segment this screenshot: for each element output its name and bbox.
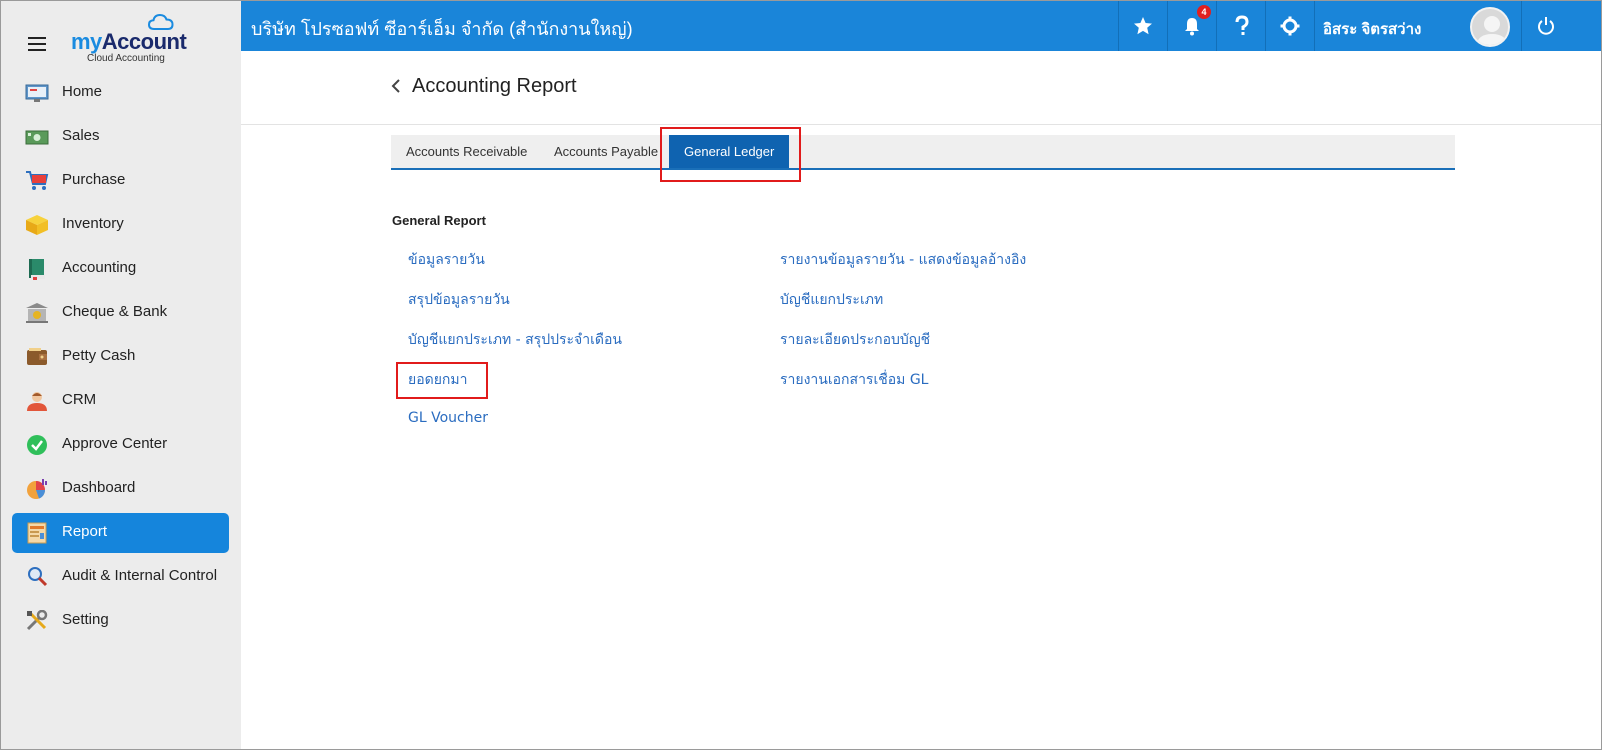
pie-chart-icon <box>27 479 47 499</box>
avatar[interactable] <box>1470 7 1510 47</box>
sidebar-item-label: Audit & Internal Control <box>62 567 218 584</box>
section-title: General Report <box>392 213 486 228</box>
sidebar-item-label: Home <box>62 83 103 100</box>
sidebar-item-crm[interactable]: CRM <box>1 379 241 423</box>
sidebar-item-label: CRM <box>62 391 97 408</box>
sidebar-item-label: Inventory <box>62 215 124 232</box>
sidebar-item-label: Sales <box>62 127 100 144</box>
sidebar-item-report[interactable]: Report <box>1 511 241 555</box>
page-header: Accounting Report <box>241 51 1601 125</box>
sidebar-item-sales[interactable]: Sales <box>1 115 241 159</box>
highlight-box-general-ledger <box>660 127 801 182</box>
sidebar-item-home[interactable]: Home <box>1 71 241 115</box>
user-name[interactable]: อิสระ จิตรสว่าง <box>1323 17 1421 41</box>
tab-accounts-receivable[interactable]: Accounts Receivable <box>406 135 527 168</box>
sidebar-nav: Home Sales Purchase Inventory Accounting… <box>1 71 241 643</box>
favorites-button[interactable] <box>1118 1 1167 51</box>
report-link[interactable]: บัญชีแยกประเภท - สรุปประจำเดือน <box>408 329 622 351</box>
sidebar-item-cheque-bank[interactable]: Cheque & Bank <box>1 291 241 335</box>
page-title: Accounting Report <box>412 75 577 97</box>
report-link-gl-voucher[interactable]: GL Voucher <box>408 410 488 426</box>
tools-icon <box>26 610 48 631</box>
star-icon <box>1134 17 1152 35</box>
sidebar-item-audit-internal-control[interactable]: Audit & Internal Control <box>1 555 241 599</box>
back-chevron-icon[interactable] <box>391 78 401 94</box>
sidebar-item-label: Cheque & Bank <box>62 303 168 320</box>
sidebar-item-approve-center[interactable]: Approve Center <box>1 423 241 467</box>
sidebar-item-label: Purchase <box>62 171 126 188</box>
logo-text: myAccount <box>71 29 187 54</box>
help-button[interactable] <box>1216 1 1265 51</box>
company-name: บริษัท โปรซอฟท์ ซีอาร์เอ็ม จำกัด (สำนักง… <box>251 19 633 39</box>
people-icon <box>27 392 47 411</box>
sidebar-item-label: Setting <box>62 611 109 628</box>
sidebar-item-label: Approve Center <box>62 435 168 452</box>
sidebar: myAccount Cloud Accounting Home Sales Pu… <box>1 1 241 749</box>
sidebar-item-dashboard[interactable]: Dashboard <box>1 467 241 511</box>
app-window: myAccount Cloud Accounting Home Sales Pu… <box>0 0 1602 750</box>
logout-button[interactable] <box>1521 1 1567 51</box>
hamburger-menu-icon[interactable] <box>28 37 46 51</box>
sidebar-item-label: Petty Cash <box>62 347 136 364</box>
bell-icon <box>1185 18 1199 36</box>
wallet-icon <box>27 348 47 365</box>
report-link[interactable]: สรุปข้อมูลรายวัน <box>408 289 510 311</box>
sidebar-item-label: Report <box>62 523 108 540</box>
report-link[interactable]: รายละเอียดประกอบบัญชี <box>780 329 930 351</box>
notifications-button[interactable]: 4 <box>1167 1 1216 51</box>
sidebar-item-setting[interactable]: Setting <box>1 599 241 643</box>
report-link[interactable]: รายงานข้อมูลรายวัน - แสดงข้อมูลอ้างอิง <box>780 249 1026 271</box>
highlight-box-opening-balance <box>396 362 488 399</box>
power-icon <box>1538 17 1554 35</box>
check-icon <box>27 435 47 455</box>
app-logo[interactable]: myAccount Cloud Accounting <box>71 13 187 65</box>
book-icon <box>29 259 45 280</box>
question-icon <box>1235 15 1249 35</box>
top-bar: บริษัท โปรซอฟท์ ซีอาร์เอ็ม จำกัด (สำนักง… <box>241 1 1601 51</box>
home-icon <box>25 84 49 102</box>
sidebar-item-inventory[interactable]: Inventory <box>1 203 241 247</box>
sidebar-item-purchase[interactable]: Purchase <box>1 159 241 203</box>
magnifier-icon <box>28 567 48 587</box>
sidebar-item-accounting[interactable]: Accounting <box>1 247 241 291</box>
report-link[interactable]: ข้อมูลรายวัน <box>408 249 485 271</box>
sidebar-item-petty-cash[interactable]: Petty Cash <box>1 335 241 379</box>
gear-icon <box>1280 16 1300 36</box>
report-link[interactable]: รายงานเอกสารเชื่อม GL <box>780 369 928 391</box>
sidebar-item-label: Dashboard <box>62 479 136 496</box>
sidebar-item-label: Accounting <box>62 259 137 276</box>
report-link[interactable]: บัญชีแยกประเภท <box>780 289 883 311</box>
logo-area: myAccount Cloud Accounting <box>1 1 241 69</box>
bank-icon <box>26 303 48 323</box>
notification-badge: 4 <box>1197 5 1211 19</box>
box-icon <box>26 215 48 235</box>
tab-accounts-payable[interactable]: Accounts Payable <box>554 135 658 168</box>
report-tabs: Accounts Receivable Accounts Payable Gen… <box>391 135 1455 170</box>
sales-icon <box>25 130 49 145</box>
cart-icon <box>26 171 49 190</box>
logo-subtitle: Cloud Accounting <box>87 53 165 64</box>
settings-button[interactable] <box>1265 1 1314 51</box>
report-icon <box>27 522 47 544</box>
